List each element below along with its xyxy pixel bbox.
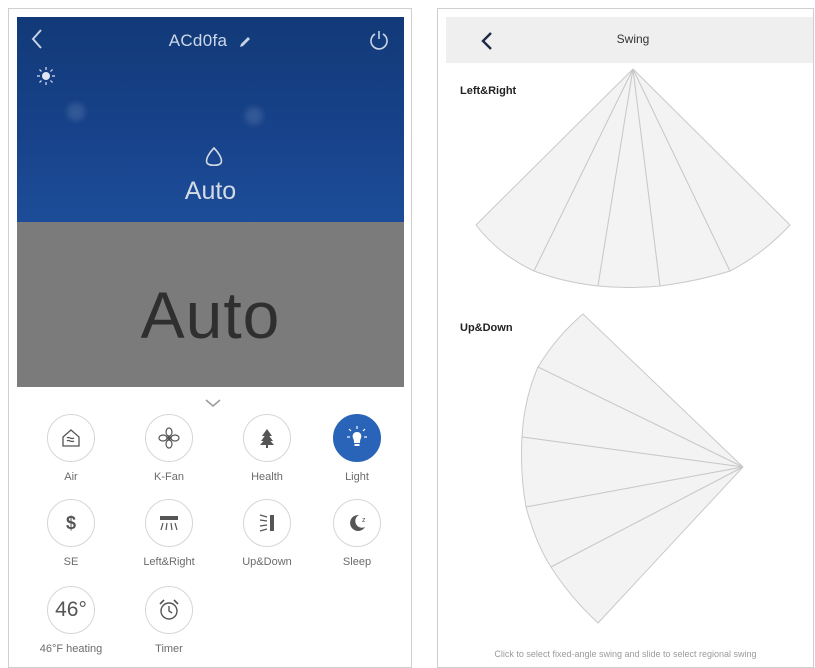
air-icon bbox=[62, 429, 80, 447]
heating-value: 46° bbox=[55, 598, 87, 621]
moon-icon: z bbox=[350, 514, 366, 531]
control-label: Health bbox=[251, 471, 283, 483]
control-timer[interactable]: Timer bbox=[123, 586, 215, 655]
left-right-button[interactable] bbox=[145, 499, 193, 547]
device-name: ACd0fa bbox=[168, 31, 228, 50]
sleep-button[interactable]: z bbox=[333, 499, 381, 547]
timer-button[interactable] bbox=[145, 586, 193, 634]
light-bulb-icon bbox=[347, 426, 367, 446]
dollar-icon: $ bbox=[66, 513, 76, 533]
svg-text:z: z bbox=[362, 517, 366, 524]
page-title: Swing bbox=[616, 32, 650, 46]
alarm-clock-icon bbox=[159, 599, 179, 620]
46f-heating-button[interactable]: 46° bbox=[47, 586, 95, 634]
swing-instructions: Click to select fixed-angle swing and sl… bbox=[494, 649, 757, 659]
ac-control-screen: ACd0fa Auto Auto Air K-Fan Health Light … bbox=[8, 8, 412, 668]
control-label: Air bbox=[64, 471, 78, 483]
control-label: SE bbox=[63, 556, 79, 568]
svg-text:$: $ bbox=[66, 513, 76, 533]
control-label: Left&Right bbox=[143, 556, 195, 568]
mode-display-panel: Auto bbox=[17, 222, 404, 387]
control-46f-heating[interactable]: 46° 46°F heating bbox=[25, 586, 117, 655]
decorative-glow bbox=[67, 103, 85, 121]
swing-header: Swing bbox=[446, 17, 813, 63]
fan-icon bbox=[158, 427, 180, 449]
auto-mode-icon bbox=[205, 146, 223, 167]
power-icon[interactable] bbox=[368, 29, 390, 51]
up-down-button[interactable] bbox=[243, 499, 291, 547]
device-title[interactable]: ACd0fa bbox=[17, 31, 404, 51]
up-down-section-label: Up&Down bbox=[460, 322, 513, 334]
control-up-down[interactable]: Up&Down bbox=[221, 499, 313, 568]
left-right-segments[interactable] bbox=[475, 68, 791, 288]
k-fan-button[interactable] bbox=[145, 414, 193, 462]
swing-ud-icon bbox=[259, 514, 274, 532]
control-k-fan[interactable]: K-Fan bbox=[123, 414, 215, 483]
hero-mode-label: Auto bbox=[184, 177, 237, 205]
tree-icon bbox=[260, 429, 274, 448]
chevron-down-icon[interactable] bbox=[203, 397, 223, 409]
pencil-icon[interactable] bbox=[238, 35, 252, 49]
control-se[interactable]: $ SE bbox=[25, 499, 117, 568]
control-label: Light bbox=[345, 471, 369, 483]
bulb-icon bbox=[37, 67, 55, 85]
control-sleep[interactable]: z Sleep bbox=[311, 499, 403, 568]
light-button[interactable] bbox=[333, 414, 381, 462]
health-button[interactable] bbox=[243, 414, 291, 462]
control-air[interactable]: Air bbox=[25, 414, 117, 483]
decorative-glow bbox=[245, 107, 263, 125]
swing-lr-icon bbox=[160, 516, 178, 531]
se-button[interactable]: $ bbox=[47, 499, 95, 547]
mode-hero-panel: ACd0fa Auto bbox=[17, 17, 404, 222]
up-down-swing-fan[interactable] bbox=[518, 309, 758, 629]
control-label: 46°F heating bbox=[39, 643, 103, 655]
left-right-swing-fan[interactable] bbox=[468, 64, 798, 299]
big-mode-label: Auto bbox=[140, 278, 281, 352]
control-left-right[interactable]: Left&Right bbox=[123, 499, 215, 568]
control-light[interactable]: Light bbox=[311, 414, 403, 483]
control-label: Up&Down bbox=[242, 556, 292, 568]
control-label: Sleep bbox=[342, 556, 372, 568]
control-label: Timer bbox=[155, 643, 183, 655]
control-label: K-Fan bbox=[154, 471, 184, 483]
up-down-segments[interactable] bbox=[521, 313, 744, 624]
control-health[interactable]: Health bbox=[221, 414, 313, 483]
swing-settings-screen: Swing Left&Right Up&Down Click to select… bbox=[437, 8, 814, 668]
air-button[interactable] bbox=[47, 414, 95, 462]
